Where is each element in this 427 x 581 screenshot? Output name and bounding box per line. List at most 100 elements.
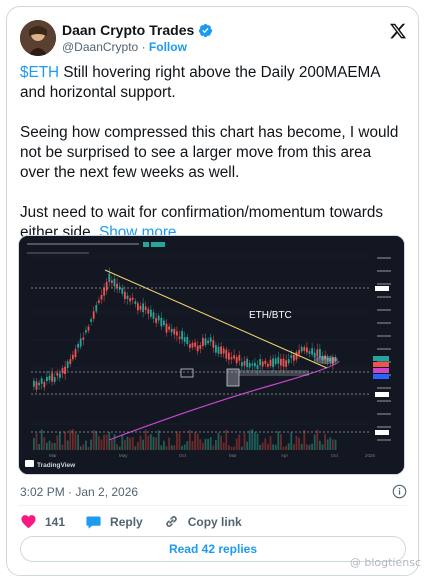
- volume-bar: [300, 443, 303, 450]
- volume-bar: [134, 446, 137, 450]
- candle-body: [139, 306, 142, 310]
- candle-body: [157, 315, 160, 321]
- volume-bar: [189, 430, 191, 450]
- verified-badge-icon: [199, 23, 213, 37]
- candle-body: [35, 381, 38, 390]
- candle-body: [121, 288, 124, 294]
- watermark: @ blogtiensc: [349, 556, 421, 569]
- reply-button[interactable]: Reply: [85, 513, 143, 530]
- volume-bar: [186, 441, 189, 450]
- volume-bar: [259, 444, 261, 450]
- volume-bar: [209, 437, 212, 450]
- volume-bar: [277, 431, 280, 450]
- volume-bar: [321, 444, 324, 450]
- candle-body: [313, 352, 316, 358]
- candle-body: [241, 362, 243, 367]
- candle-body: [165, 323, 168, 333]
- time-axis-label: Mar: [229, 453, 237, 458]
- candle-body: [215, 344, 217, 353]
- volume-bar: [87, 446, 90, 450]
- copy-link-button[interactable]: Copy link: [163, 513, 242, 530]
- candle-body: [79, 338, 82, 347]
- heart-icon: [21, 515, 36, 529]
- follow-button[interactable]: Follow: [149, 40, 187, 54]
- candle-body: [298, 350, 300, 355]
- volume-bar: [215, 440, 217, 450]
- volume-bar: [228, 445, 230, 450]
- time-axis-label: Apr: [281, 453, 289, 458]
- volume-bar: [274, 444, 277, 450]
- author-display-name[interactable]: Daan Crypto Trades: [62, 22, 194, 38]
- volume-bar: [313, 434, 316, 450]
- volume-bar: [155, 437, 157, 450]
- candle-body: [280, 358, 282, 366]
- separator-dot: ·: [141, 40, 146, 54]
- volume-bar: [82, 444, 85, 450]
- volume-bar: [137, 441, 139, 450]
- volume-bar: [191, 441, 194, 450]
- candle-body: [98, 300, 100, 303]
- tweet-timestamp[interactable]: 3:02 PM · Jan 2, 2026: [20, 485, 138, 499]
- candle-body: [155, 318, 157, 323]
- volume-bar: [160, 445, 163, 450]
- time-axis-label: Oct: [179, 453, 187, 458]
- candle-body: [243, 361, 246, 366]
- candle-body: [87, 326, 90, 331]
- like-button[interactable]: 141: [20, 513, 65, 530]
- tweet-paragraph: $ETH Still hovering right above the Dail…: [20, 63, 405, 103]
- candle-body: [264, 360, 267, 364]
- candle-body: [168, 326, 170, 330]
- candle-body: [48, 375, 51, 381]
- candle-body: [233, 355, 235, 359]
- read-replies-button[interactable]: Read 42 replies: [20, 536, 406, 562]
- volume-bar: [51, 442, 53, 450]
- price-marker: [375, 392, 389, 397]
- avatar[interactable]: [20, 20, 56, 56]
- chart-header-swatch: [151, 242, 165, 247]
- time-axis-label: Mar: [49, 453, 57, 458]
- volume-bar: [108, 432, 111, 450]
- candle-body: [59, 373, 61, 378]
- volume-bar: [79, 446, 82, 450]
- volume-bar: [43, 437, 46, 450]
- volume-bar: [131, 437, 134, 450]
- volume-bar: [222, 442, 225, 450]
- candle-body: [290, 355, 293, 359]
- volume-bar: [92, 430, 95, 450]
- candle-body: [308, 351, 311, 354]
- volume-bar: [142, 439, 144, 450]
- candle-body: [202, 337, 204, 347]
- info-icon[interactable]: [392, 484, 407, 499]
- candle-body: [261, 361, 264, 367]
- author-handle[interactable]: @DaanCrypto: [62, 40, 138, 54]
- chart-image[interactable]: ETH/BTC Mar May Oct Mar Apr Oct 2026 TradingVi…: [18, 235, 405, 475]
- candle-body: [316, 349, 319, 357]
- volume-bar: [334, 439, 337, 450]
- candle-body: [235, 357, 238, 364]
- candle-body: [199, 345, 202, 349]
- price-marker: [375, 430, 389, 435]
- candle-body: [209, 337, 212, 342]
- x-logo-icon[interactable]: [389, 22, 407, 40]
- volume-bar: [233, 446, 235, 450]
- volume-bar: [48, 440, 51, 450]
- volume-bar: [105, 434, 108, 450]
- candle-body: [105, 281, 108, 291]
- volume-bar: [238, 434, 241, 450]
- volume-bar: [176, 431, 178, 450]
- volume-bar: [69, 429, 72, 450]
- candle-body: [56, 372, 59, 376]
- volume-bar: [150, 434, 152, 450]
- cashtag-link[interactable]: $ETH: [20, 64, 59, 81]
- price-marker: [373, 368, 389, 373]
- volume-bar: [295, 435, 298, 450]
- volume-bar: [207, 438, 209, 450]
- volume-bar: [243, 433, 246, 450]
- candle-body: [82, 337, 85, 340]
- candle-body: [282, 358, 285, 367]
- volume-bar: [173, 445, 176, 450]
- candle-body: [129, 298, 131, 302]
- candle-body: [150, 309, 152, 317]
- speech-bubble-icon: [86, 516, 101, 529]
- volume-bar: [56, 435, 59, 450]
